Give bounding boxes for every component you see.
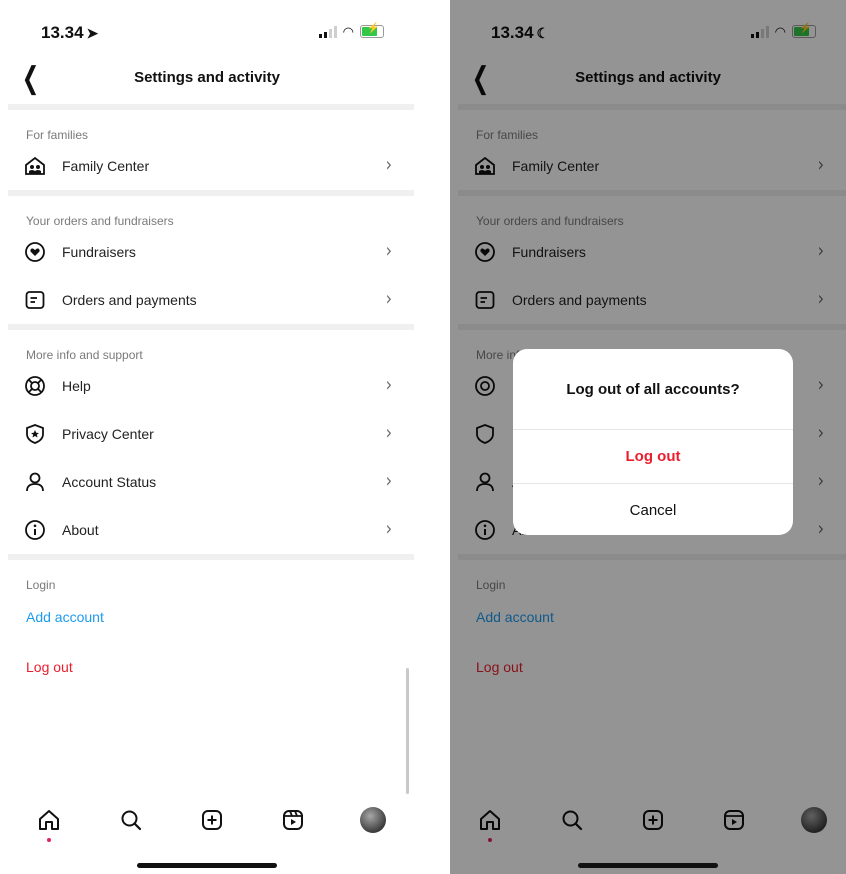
chevron-right-icon: › xyxy=(385,469,392,492)
reels-icon[interactable] xyxy=(279,806,307,834)
privacy-center-icon xyxy=(24,423,46,445)
add-account-link[interactable]: Add account xyxy=(8,592,414,642)
wifi-icon: ◠ xyxy=(342,23,354,39)
list-item-label: About xyxy=(62,522,99,538)
notification-dot xyxy=(47,838,51,842)
home-indicator xyxy=(578,863,718,868)
section-label-login: Login xyxy=(26,578,56,592)
time-text: 13.34 xyxy=(41,23,84,42)
list-item-label: Account Status xyxy=(62,474,157,490)
chevron-right-icon: › xyxy=(385,421,392,444)
section-label-families: For families xyxy=(26,128,89,142)
confirm-log-out-button[interactable]: Log out xyxy=(513,430,793,484)
list-item-label: Help xyxy=(62,378,91,394)
family-center-icon xyxy=(24,155,46,177)
bottom-tab-bar xyxy=(0,798,414,846)
list-item-about[interactable]: About › xyxy=(8,506,414,554)
list-item-family-center[interactable]: Family Center › xyxy=(8,142,414,190)
logout-dialog: Log out of all accounts? Log out Cancel xyxy=(513,349,793,535)
log-out-link[interactable]: Log out xyxy=(8,642,414,692)
settings-screen: 13.34 ➤ ◠ ⚡ ❮ Settings and activity For f… xyxy=(0,0,414,874)
status-bar: 13.34 ➤ ◠ ⚡ xyxy=(0,0,414,60)
system-icons: ◠ ⚡ xyxy=(318,23,384,39)
list-item-label: Privacy Center xyxy=(62,426,154,442)
home-icon[interactable] xyxy=(35,806,63,834)
chevron-right-icon: › xyxy=(385,517,392,540)
dialog-title: Log out of all accounts? xyxy=(513,349,793,430)
orders-icon xyxy=(24,289,46,311)
list-item-label: Family Center xyxy=(62,158,150,174)
settings-screen-logout-dialog: 13.34 ☾ ◠ ⚡ ❮ Settings and activity For f… xyxy=(450,0,846,874)
fundraisers-icon xyxy=(24,241,46,263)
list-item-label: Orders and payments xyxy=(62,292,197,308)
list-item-label: Fundraisers xyxy=(62,244,136,260)
status-time: 13.34 ➤ xyxy=(41,23,98,43)
location-arrow-icon: ➤ xyxy=(86,25,99,41)
profile-avatar[interactable] xyxy=(359,806,387,834)
list-item-fundraisers[interactable]: Fundraisers › xyxy=(8,228,414,276)
settings-list: For families Family Center › Your orders… xyxy=(8,104,414,692)
scrollbar[interactable] xyxy=(406,668,409,794)
list-item-account-status[interactable]: Account Status › xyxy=(8,458,414,506)
chevron-right-icon: › xyxy=(385,373,392,396)
list-item-orders-payments[interactable]: Orders and payments › xyxy=(8,276,414,324)
cancel-button[interactable]: Cancel xyxy=(513,484,793,535)
account-status-icon xyxy=(24,471,46,493)
about-icon xyxy=(24,519,46,541)
signal-icon xyxy=(318,25,337,38)
chevron-right-icon: › xyxy=(385,239,392,262)
page-header: ❮ Settings and activity xyxy=(0,60,414,100)
section-label-support: More info and support xyxy=(26,348,143,362)
list-item-privacy-center[interactable]: Privacy Center › xyxy=(8,410,414,458)
create-icon[interactable] xyxy=(198,806,226,834)
page-title: Settings and activity xyxy=(134,69,280,86)
home-indicator xyxy=(137,863,277,868)
chevron-right-icon: › xyxy=(385,287,392,310)
help-icon xyxy=(24,375,46,397)
chevron-right-icon: › xyxy=(385,153,392,176)
section-label-orders: Your orders and fundraisers xyxy=(26,214,174,228)
search-icon[interactable] xyxy=(117,806,145,834)
battery-icon: ⚡ xyxy=(360,23,384,38)
list-item-help[interactable]: Help › xyxy=(8,362,414,410)
